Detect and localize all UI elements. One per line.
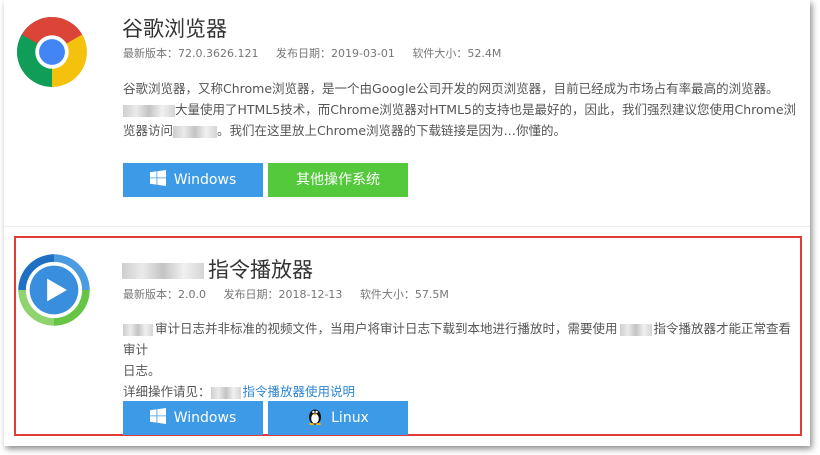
player-download-section: 指令播放器 最新版本：2.0.0 发布日期：2018-12-13 软件大小：57… [14, 236, 802, 436]
redacted-text [123, 104, 175, 117]
play-circle-icon [18, 254, 90, 326]
chrome-other-os-download-button[interactable]: 其他操作系统 [268, 163, 408, 197]
redacted-text [123, 323, 153, 336]
linux-tux-icon [309, 409, 322, 425]
player-description: 审计日志并非标准的视频文件，当用户将审计日志下载到本地进行播放时，需要使用 指令播… [123, 321, 792, 399]
player-windows-download-button[interactable]: Windows [123, 401, 263, 435]
player-guide-link[interactable]: 指令播放器使用说明 [243, 384, 356, 399]
guide-prefix: 详细操作请见： [123, 384, 211, 399]
download-panel: 谷歌浏览器 最新版本：72.0.3626.121 发布日期：2019-03-01… [4, 0, 810, 446]
chrome-version: 最新版本：72.0.3626.121 [123, 47, 259, 60]
chrome-meta: 最新版本：72.0.3626.121 发布日期：2019-03-01 软件大小：… [123, 45, 515, 61]
player-date: 发布日期：2018-12-13 [223, 288, 343, 301]
chrome-description: 谷歌浏览器，又称Chrome浏览器，是一个由Google公司开发的网页浏览器，目… [123, 81, 797, 138]
chrome-title: 谷歌浏览器 [122, 17, 227, 41]
redacted-text [210, 386, 241, 399]
chrome-download-section: 谷歌浏览器 最新版本：72.0.3626.121 发布日期：2019-03-01… [4, 0, 810, 226]
player-meta: 最新版本：2.0.0 发布日期：2018-12-13 软件大小：57.5M [123, 286, 463, 302]
player-size: 软件大小：57.5M [359, 288, 449, 301]
windows-icon [149, 408, 166, 424]
player-linux-download-button[interactable]: Linux [268, 401, 408, 435]
chrome-logo-icon [17, 17, 87, 87]
redacted-text [173, 125, 218, 138]
chrome-size: 软件大小：52.4M [412, 47, 502, 60]
chrome-date: 发布日期：2019-03-01 [275, 47, 395, 60]
windows-icon [149, 170, 166, 186]
player-title: 指令播放器 [122, 254, 313, 284]
section-divider [4, 226, 810, 227]
player-version: 最新版本：2.0.0 [123, 288, 206, 301]
chrome-windows-download-button[interactable]: Windows [123, 163, 263, 197]
redacted-text [122, 263, 204, 279]
redacted-text [619, 323, 652, 336]
